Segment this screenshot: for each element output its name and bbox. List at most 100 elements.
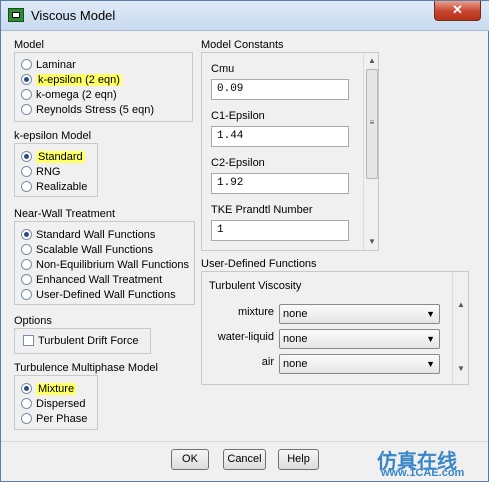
window-title: Viscous Model [31, 8, 116, 23]
app-icon [8, 8, 24, 22]
help-button[interactable]: Help [278, 449, 319, 470]
radio-label: Laminar [36, 59, 76, 71]
cmu-label: Cmu [211, 63, 235, 75]
radio-dot[interactable] [21, 59, 32, 70]
tke-prandtl-number-input[interactable]: 1 [211, 220, 349, 241]
radio-dispersed[interactable]: Dispersed [21, 397, 86, 412]
radio-dot[interactable] [21, 89, 32, 100]
turbulent-drift-force-checkbox[interactable]: Turbulent Drift Force [23, 334, 138, 349]
chevron-down-icon: ▼ [426, 359, 435, 369]
radio-dot[interactable] [21, 259, 32, 270]
radio-label: RNG [36, 166, 61, 178]
air-label: air [261, 356, 274, 368]
options-group: Turbulent Drift Force [14, 328, 151, 354]
radio-non-equilibrium-wall-functions[interactable]: Non-Equilibrium Wall Functions [21, 258, 189, 273]
radio-laminar[interactable]: Laminar [21, 58, 76, 73]
water-liquid-viscosity-select[interactable]: none ▼ [279, 329, 440, 349]
radio-enhanced-wall-treatment[interactable]: Enhanced Wall Treatment [21, 273, 162, 288]
chevron-down-icon: ▼ [426, 334, 435, 344]
radio-mixture[interactable]: Mixture [21, 382, 77, 397]
c2-epsilon-label: C2-Epsilon [211, 157, 265, 169]
radio-per-phase[interactable]: Per Phase [21, 412, 87, 427]
radio-k-epsilon[interactable]: k-epsilon (2 eqn) [21, 73, 122, 88]
grip-icon: ≡ [369, 118, 375, 127]
radio-realizable[interactable]: Realizable [21, 180, 87, 195]
radio-dot[interactable] [21, 181, 32, 192]
udf-scrollbar[interactable]: ▲ ▼ [452, 272, 468, 384]
near-wall-treatment-group: Standard Wall Functions Scalable Wall Fu… [14, 221, 195, 305]
c1-epsilon-input[interactable]: 1.44 [211, 126, 349, 147]
radio-label: Non-Equilibrium Wall Functions [36, 259, 190, 271]
radio-dot[interactable] [21, 398, 32, 409]
scroll-down-icon[interactable]: ▼ [366, 237, 378, 247]
constants-scrollbar[interactable]: ▲ ≡ ▼ [363, 53, 378, 250]
tke-prandtl-number-label: TKE Prandtl Number [211, 204, 313, 216]
user-defined-functions-label: User-Defined Functions [201, 258, 317, 270]
c2-epsilon-input[interactable]: 1.92 [211, 173, 349, 194]
close-button[interactable]: ✕ [434, 1, 481, 21]
model-constants-panel: Cmu 0.09 C1-Epsilon 1.44 C2-Epsilon 1.92… [201, 52, 379, 251]
checkbox-label: Turbulent Drift Force [38, 335, 139, 347]
radio-dot[interactable] [21, 244, 32, 255]
checkbox-box[interactable] [23, 335, 34, 346]
near-wall-treatment-label: Near-Wall Treatment [14, 208, 116, 220]
model-label: Model [14, 39, 44, 51]
radio-label: Realizable [36, 181, 88, 193]
turbulent-viscosity-label: Turbulent Viscosity [209, 280, 302, 292]
radio-standard-wall-functions[interactable]: Standard Wall Functions [21, 228, 155, 243]
radio-standard[interactable]: Standard [21, 150, 85, 165]
radio-label: Mixture [36, 383, 77, 395]
radio-rng[interactable]: RNG [21, 165, 60, 180]
radio-user-defined-wall-functions[interactable]: User-Defined Wall Functions [21, 288, 176, 303]
scroll-up-icon[interactable]: ▲ [366, 56, 378, 66]
select-value: none [283, 333, 308, 345]
ok-button[interactable]: OK [171, 449, 209, 470]
scroll-down-icon[interactable]: ▼ [455, 364, 467, 374]
radio-label: Scalable Wall Functions [36, 244, 153, 256]
title-bar[interactable]: Viscous Model ✕ [1, 1, 489, 31]
cancel-button[interactable]: Cancel [223, 449, 266, 470]
radio-dot[interactable] [21, 104, 32, 115]
radio-reynolds-stress[interactable]: Reynolds Stress (5 eqn) [21, 103, 154, 118]
model-group: Laminar k-epsilon (2 eqn) k-omega (2 eqn… [14, 52, 193, 122]
select-value: none [283, 358, 308, 370]
water-liquid-label: water-liquid [217, 331, 274, 343]
viscous-model-dialog: Viscous Model ✕ Model Laminar k-epsilon … [0, 0, 489, 482]
radio-dot[interactable] [21, 289, 32, 300]
radio-k-omega[interactable]: k-omega (2 eqn) [21, 88, 117, 103]
radio-dot[interactable] [21, 74, 32, 85]
watermark-site: www.1CAE.com [381, 467, 465, 479]
cmu-input[interactable]: 0.09 [211, 79, 349, 100]
radio-dot[interactable] [21, 383, 32, 394]
radio-label: Per Phase [36, 413, 88, 425]
radio-dot[interactable] [21, 229, 32, 240]
user-defined-functions-panel: Turbulent Viscosity mixture none ▼ water-… [201, 271, 469, 385]
scroll-thumb[interactable]: ≡ [366, 69, 378, 179]
k-epsilon-model-label: k-epsilon Model [14, 130, 92, 142]
scroll-up-icon[interactable]: ▲ [455, 300, 467, 310]
select-value: none [283, 308, 308, 320]
radio-label: k-epsilon (2 eqn) [36, 74, 122, 86]
radio-dot[interactable] [21, 151, 32, 162]
radio-scalable-wall-functions[interactable]: Scalable Wall Functions [21, 243, 153, 258]
c1-epsilon-label: C1-Epsilon [211, 110, 265, 122]
options-label: Options [14, 315, 52, 327]
k-epsilon-model-group: Standard RNG Realizable [14, 143, 98, 197]
mixture-label: mixture [237, 306, 274, 318]
radio-dot[interactable] [21, 413, 32, 424]
mixture-viscosity-select[interactable]: none ▼ [279, 304, 440, 324]
radio-label: k-omega (2 eqn) [36, 89, 117, 101]
radio-dot[interactable] [21, 274, 32, 285]
model-constants-label: Model Constants [201, 39, 284, 51]
radio-label: User-Defined Wall Functions [36, 289, 176, 301]
button-separator [1, 441, 488, 442]
radio-label: Standard [36, 151, 85, 163]
radio-label: Dispersed [36, 398, 86, 410]
air-viscosity-select[interactable]: none ▼ [279, 354, 440, 374]
radio-label: Reynolds Stress (5 eqn) [36, 104, 154, 116]
turbulence-multiphase-group: Mixture Dispersed Per Phase [14, 375, 98, 430]
radio-label: Standard Wall Functions [36, 229, 156, 241]
chevron-down-icon: ▼ [426, 309, 435, 319]
radio-label: Enhanced Wall Treatment [36, 274, 163, 286]
radio-dot[interactable] [21, 166, 32, 177]
